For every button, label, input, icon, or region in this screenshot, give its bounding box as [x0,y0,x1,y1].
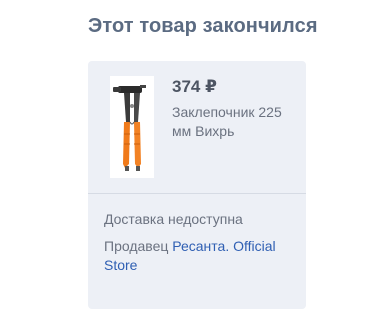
product-card: 374 ₽ Заклепочник 225 мм Вихрь Доставка … [88,61,306,309]
product-summary[interactable]: 374 ₽ Заклепочник 225 мм Вихрь [88,61,306,193]
product-image[interactable] [110,76,154,178]
delivery-status: Доставка недоступна [104,211,243,227]
out-of-stock-page: Этот товар закончился 374 ₽ Заклепочник … [0,0,367,319]
product-name-link[interactable]: Заклепочник 225 мм Вихрь [172,103,300,141]
rivet-tool-icon [113,85,146,171]
seller-label: Продавец [104,238,173,254]
seller-info: Продавец Ресанта. Official Store [104,237,300,275]
page-title: Этот товар закончился [88,15,318,37]
product-price: 374 ₽ [172,77,217,96]
card-divider [88,193,306,194]
